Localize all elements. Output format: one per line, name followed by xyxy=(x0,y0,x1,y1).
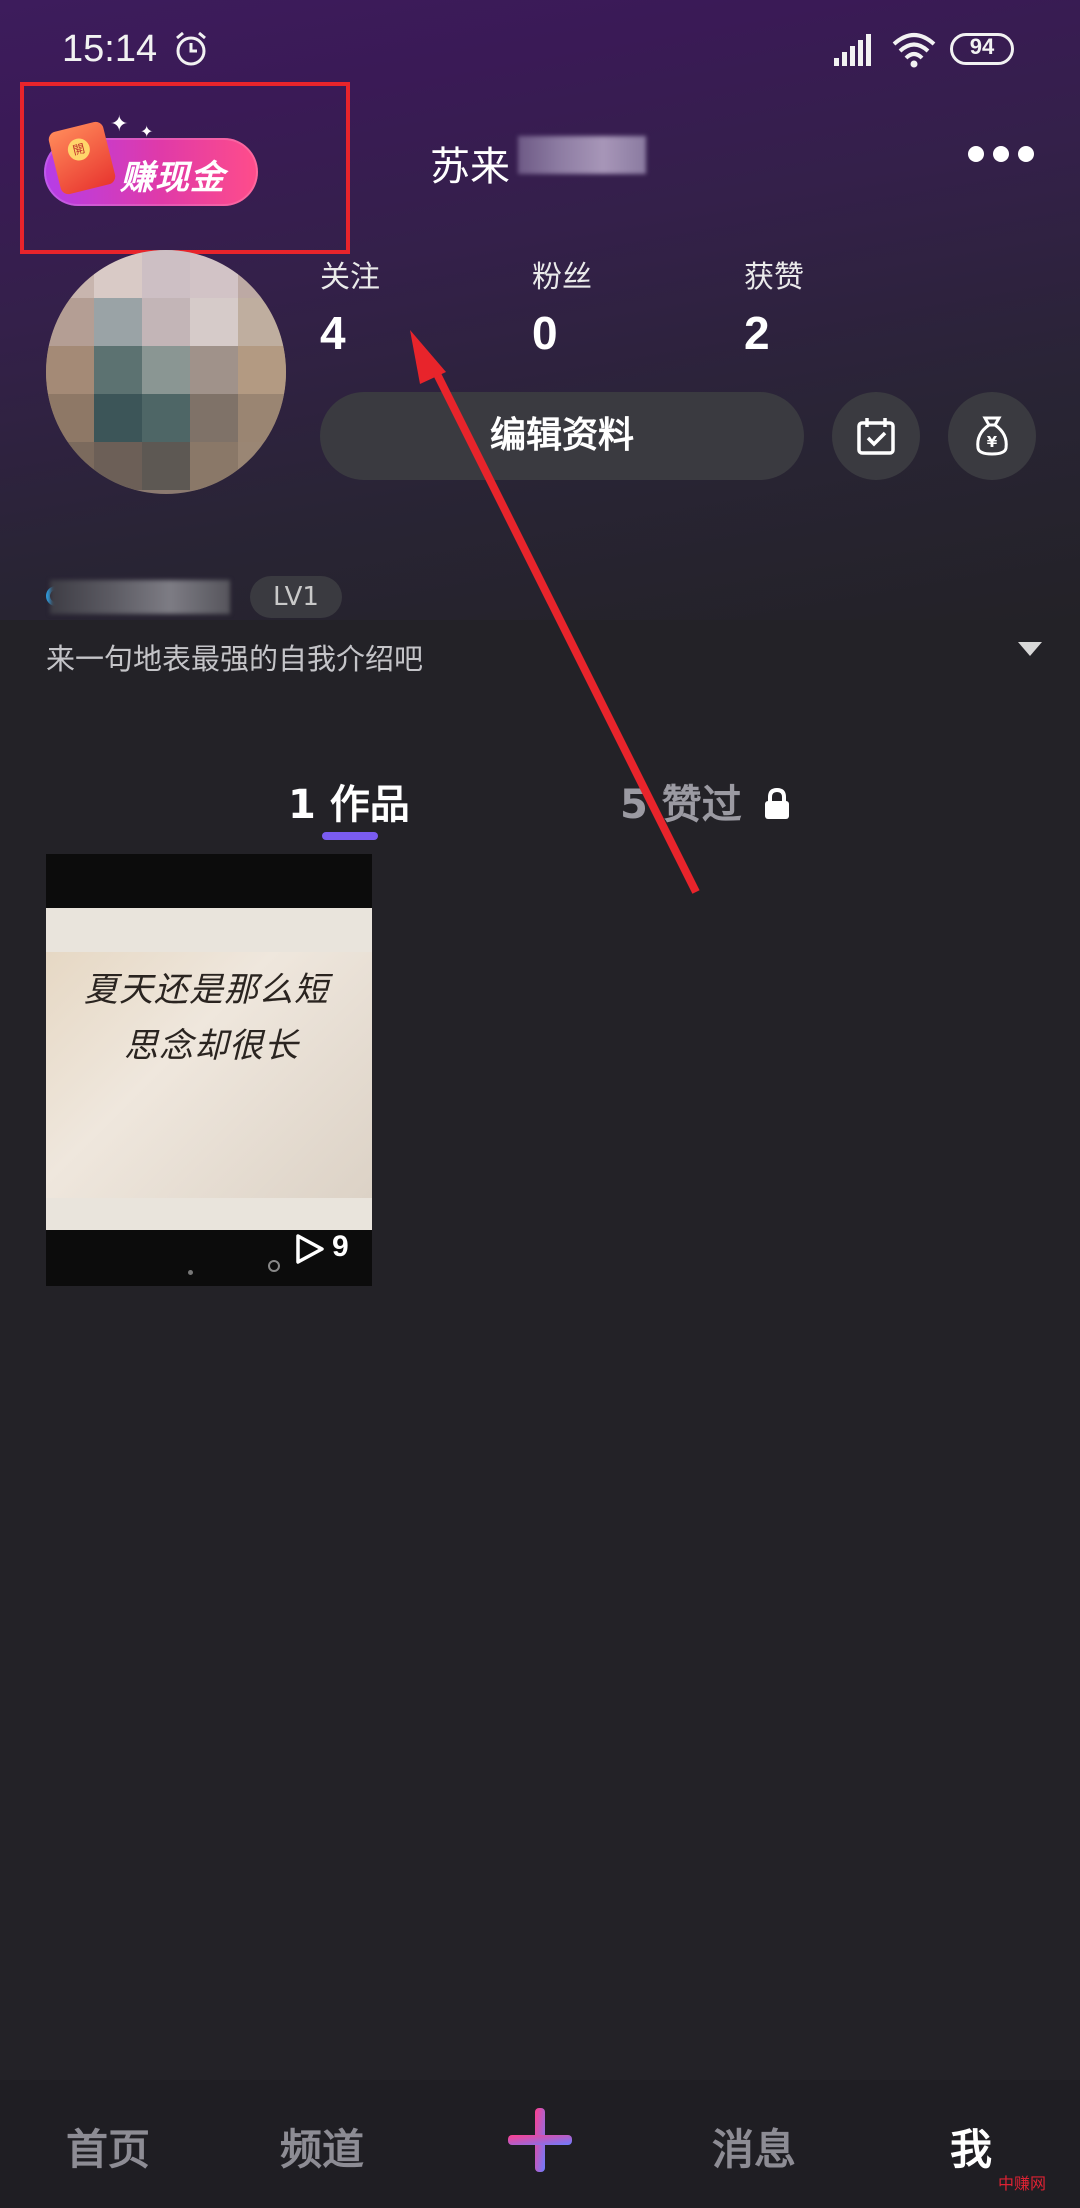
status-time: 15:14 xyxy=(62,28,158,70)
nav-home[interactable]: 首页 xyxy=(66,2116,150,2177)
signal-icon xyxy=(834,34,871,66)
expand-bio-icon[interactable] xyxy=(1018,642,1042,656)
wallet-button[interactable]: ¥ xyxy=(948,392,1036,480)
thumbnail-dot xyxy=(268,1260,280,1272)
battery-icon: 94 xyxy=(950,33,1014,65)
tab-works[interactable]: 1 作品 xyxy=(288,772,410,830)
checkin-calendar-button[interactable] xyxy=(832,392,920,480)
stat-label: 粉丝 xyxy=(532,260,592,295)
stat-following[interactable]: 关注 4 xyxy=(320,252,380,360)
thumbnail-dot xyxy=(188,1270,193,1275)
play-count-icon xyxy=(296,1234,324,1264)
sparkle-icon: ✦ xyxy=(110,112,129,137)
stat-followers[interactable]: 粉丝 0 xyxy=(532,252,592,360)
wifi-icon xyxy=(892,33,936,68)
watermark: 中赚网 xyxy=(998,2174,1047,2193)
nav-channel[interactable]: 频道 xyxy=(280,2116,364,2177)
play-count: 9 xyxy=(332,1230,349,1263)
bio-text[interactable]: 来一句地表最强的自我介绍吧 xyxy=(46,636,423,678)
username-blur-redaction xyxy=(518,136,646,174)
thumbnail-handwriting: 夏天还是那么短 思念却很长 xyxy=(84,970,329,1066)
active-tab-indicator xyxy=(322,832,378,840)
battery-level: 94 xyxy=(969,34,995,59)
lock-icon xyxy=(764,787,789,819)
svg-text:¥: ¥ xyxy=(987,433,998,451)
stat-label: 关注 xyxy=(320,260,380,295)
avatar[interactable] xyxy=(46,250,286,494)
edit-profile-button[interactable]: 编辑资料 xyxy=(320,392,804,480)
tab-liked[interactable]: 5 赞过 xyxy=(620,772,792,830)
stat-value: 4 xyxy=(320,307,346,359)
stat-likes[interactable]: 获赞 2 xyxy=(744,252,804,360)
stat-label: 获赞 xyxy=(744,260,804,295)
user-id-blur-redaction xyxy=(50,580,230,614)
nav-messages[interactable]: 消息 xyxy=(712,2116,796,2177)
tab-liked-label: 5 赞过 xyxy=(620,782,742,828)
earn-cash-button[interactable]: 開 赚现金 xyxy=(44,120,258,206)
money-bag-icon: ¥ xyxy=(976,416,1008,456)
create-plus-icon[interactable] xyxy=(506,2106,574,2174)
alarm-icon xyxy=(176,31,206,66)
stat-value: 0 xyxy=(532,307,558,359)
nav-me[interactable]: 我 xyxy=(950,2116,992,2177)
level-badge: LV1 xyxy=(250,576,342,618)
profile-username: 苏来 xyxy=(430,144,510,190)
more-icon[interactable] xyxy=(968,146,1046,164)
stat-value: 2 xyxy=(744,307,770,359)
earn-cash-label: 赚现金 xyxy=(120,158,225,198)
calendar-check-icon xyxy=(857,418,895,455)
video-thumbnail[interactable]: 夏天还是那么短 思念却很长 9 xyxy=(46,854,372,1286)
